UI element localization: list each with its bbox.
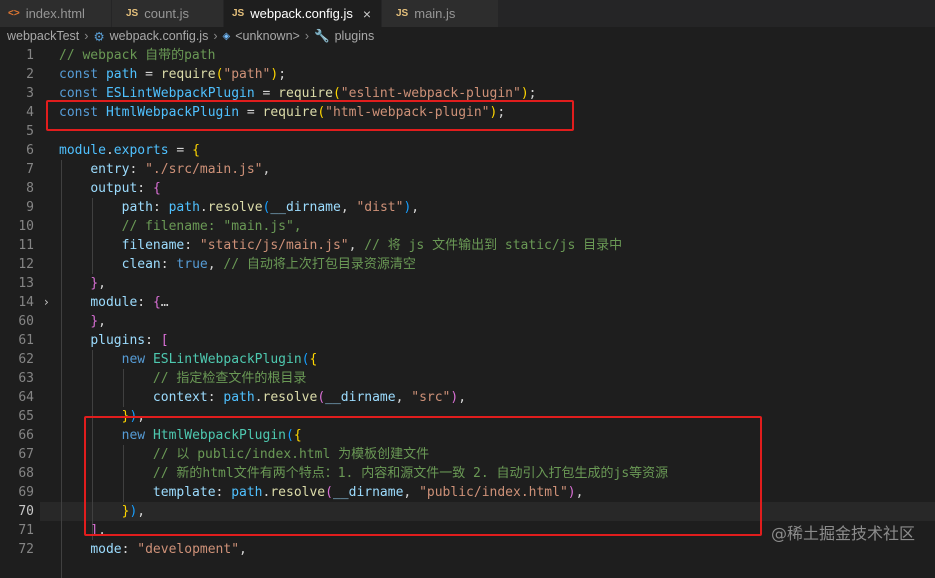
code-text: filename: "static/js/main.js", // 将 js 文…: [121, 238, 623, 253]
js-file-icon: JS: [396, 8, 409, 19]
line-number: 60: [18, 314, 34, 329]
code-text: module: {…: [90, 295, 169, 310]
code-line[interactable]: 61 plugins: [: [0, 331, 935, 350]
line-number: 61: [18, 333, 34, 348]
line-number: 14: [18, 295, 34, 310]
line-number: 65: [18, 409, 34, 424]
code-text: const path = require("path");: [59, 67, 287, 82]
code-text: // webpack 自带的path: [59, 48, 216, 63]
line-number: 12: [18, 257, 34, 272]
webpack-config-icon: ⚙: [93, 29, 105, 44]
line-number: 72: [18, 542, 34, 557]
code-line[interactable]: 1 // webpack 自带的path: [0, 46, 935, 65]
line-number: 68: [18, 466, 34, 481]
watermark: @稀土掘金技术社区: [770, 524, 915, 543]
property-wrench-icon: 🔧: [314, 28, 330, 43]
chevron-right-icon: ›: [84, 29, 89, 43]
line-number: 1: [26, 48, 34, 63]
code-text: // filename: "main.js",: [121, 219, 302, 234]
line-number: 66: [18, 428, 34, 443]
tab-index-html[interactable]: <> index.html: [0, 0, 112, 27]
fold-chevron-right-icon[interactable]: ›: [44, 293, 49, 312]
line-number: 3: [26, 86, 34, 101]
tab-count-js[interactable]: JS count.js: [112, 0, 224, 27]
line-number: 67: [18, 447, 34, 462]
line-number: 10: [18, 219, 34, 234]
code-text: },: [90, 276, 106, 291]
code-line[interactable]: 2 const path = require("path");: [0, 65, 935, 84]
line-number: 4: [26, 105, 34, 120]
breadcrumb-folder[interactable]: webpackTest: [7, 29, 79, 43]
line-number: 63: [18, 371, 34, 386]
code-line[interactable]: 11 filename: "static/js/main.js", // 将 j…: [0, 236, 935, 255]
line-number: 62: [18, 352, 34, 367]
code-text: context: path.resolve(__dirname, "src"),: [152, 390, 467, 405]
code-text: output: {: [90, 181, 161, 196]
line-number: 64: [18, 390, 34, 405]
breadcrumb-file[interactable]: webpack.config.js: [110, 29, 209, 43]
highlight-box-require: [46, 100, 574, 131]
js-file-icon: JS: [232, 8, 245, 19]
code-line[interactable]: 14 › module: {…: [0, 293, 935, 312]
line-number: 6: [26, 143, 34, 158]
line-number: 13: [18, 276, 34, 291]
code-text: entry: "./src/main.js",: [90, 162, 271, 177]
code-line[interactable]: 12 clean: true, // 自动将上次打包目录资源清空: [0, 255, 935, 274]
js-file-icon: JS: [126, 8, 139, 19]
line-number: 71: [18, 523, 34, 538]
tab-webpack-config-js[interactable]: JS webpack.config.js ×: [224, 0, 382, 27]
breadcrumb: webpackTest › ⚙ webpack.config.js › ◈ <u…: [0, 27, 935, 45]
editor-tab-bar: <> index.html JS count.js JS webpack.con…: [0, 0, 935, 27]
code-text: module.exports = {: [59, 143, 200, 158]
line-number: 2: [26, 67, 34, 82]
breadcrumb-symbol[interactable]: plugins: [335, 29, 375, 43]
line-number: 11: [18, 238, 34, 253]
code-text: clean: true, // 自动将上次打包目录资源清空: [121, 257, 416, 272]
code-line[interactable]: 62 new ESLintWebpackPlugin({: [0, 350, 935, 369]
code-line[interactable]: 9 path: path.resolve(__dirname, "dist"),: [0, 198, 935, 217]
code-line[interactable]: 63 // 指定检查文件的根目录: [0, 369, 935, 388]
line-number: 7: [26, 162, 34, 177]
code-text: new ESLintWebpackPlugin({: [121, 352, 318, 367]
object-symbol-icon: ◈: [222, 30, 231, 42]
line-number: 5: [26, 124, 34, 139]
line-number: 8: [26, 181, 34, 196]
code-line[interactable]: 64 context: path.resolve(__dirname, "src…: [0, 388, 935, 407]
tab-main-js[interactable]: JS main.js: [382, 0, 499, 27]
highlight-box-plugin: [84, 416, 762, 536]
code-line[interactable]: 6 module.exports = {: [0, 141, 935, 160]
breadcrumb-scope[interactable]: <unknown>: [235, 29, 300, 43]
code-line[interactable]: 7 entry: "./src/main.js",: [0, 160, 935, 179]
code-text: // 指定检查文件的根目录: [152, 371, 307, 386]
chevron-right-icon: ›: [213, 29, 218, 43]
tab-label: count.js: [144, 6, 190, 21]
html-file-icon: <>: [8, 8, 20, 19]
chevron-right-icon: ›: [304, 29, 310, 43]
code-text: plugins: [: [90, 333, 169, 348]
close-icon[interactable]: ×: [363, 6, 371, 22]
tab-label: index.html: [25, 6, 85, 21]
tab-label: main.js: [414, 6, 456, 21]
tab-label: webpack.config.js: [250, 6, 353, 21]
code-line[interactable]: 8 output: {: [0, 179, 935, 198]
code-line[interactable]: 13 },: [0, 274, 935, 293]
code-text: mode: "development",: [90, 542, 247, 557]
code-text: path: path.resolve(__dirname, "dist"),: [121, 200, 420, 215]
code-text: },: [90, 314, 106, 329]
line-number: 9: [26, 200, 34, 215]
code-line[interactable]: 10 // filename: "main.js",: [0, 217, 935, 236]
code-line[interactable]: 60 },: [0, 312, 935, 331]
line-number: 70: [18, 504, 34, 519]
line-number: 69: [18, 485, 34, 500]
